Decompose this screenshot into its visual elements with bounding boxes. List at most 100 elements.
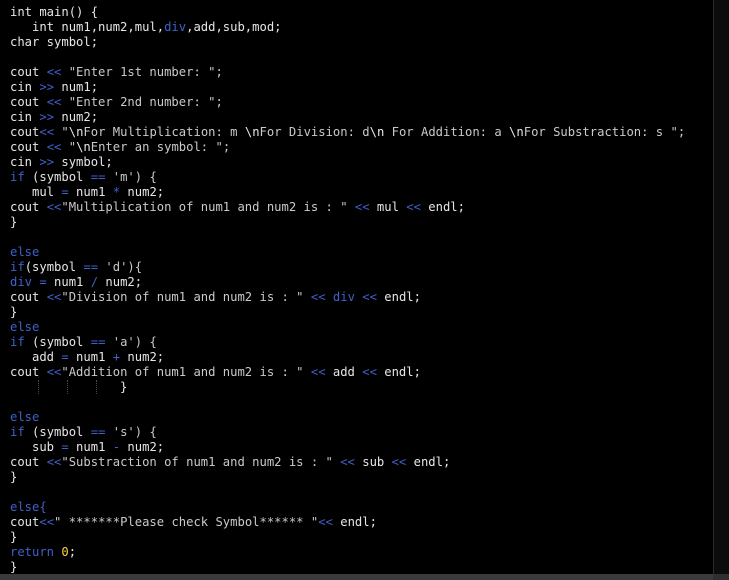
code-token: = bbox=[61, 440, 69, 454]
code-token: = bbox=[39, 275, 47, 289]
code-line[interactable]: cout << "Enter 2nd number: "; bbox=[10, 95, 685, 110]
code-line[interactable] bbox=[10, 395, 685, 410]
code-line[interactable]: int main() { bbox=[10, 5, 685, 20]
code-line[interactable]: add = num1 + num2; bbox=[10, 350, 685, 365]
code-line[interactable]: cout <<"Multiplication of num1 and num2 … bbox=[10, 200, 685, 215]
code-token: if bbox=[10, 425, 25, 439]
code-token: sub bbox=[10, 440, 62, 454]
code-token: << bbox=[406, 200, 421, 214]
code-token: endl; bbox=[420, 200, 465, 214]
code-token: mul bbox=[369, 200, 407, 214]
code-token: For Addition: a bbox=[384, 125, 510, 139]
code-line[interactable]: } bbox=[10, 380, 685, 395]
code-token: 'a') { bbox=[105, 335, 157, 349]
code-line[interactable]: cout <<"Division of num1 and num2 is : "… bbox=[10, 290, 685, 305]
code-line[interactable]: cout <<"Addition of num1 and num2 is : "… bbox=[10, 365, 685, 380]
code-line[interactable]: cout<<" *******Please check Symbol******… bbox=[10, 515, 685, 530]
code-token: cout bbox=[10, 515, 40, 529]
code-line[interactable]: return 0; bbox=[10, 545, 685, 560]
code-token: num1 bbox=[46, 275, 91, 289]
code-token: sub bbox=[354, 455, 392, 469]
code-line[interactable]: cin >> num2; bbox=[10, 110, 685, 125]
code-line[interactable]: else bbox=[10, 320, 685, 335]
code-line[interactable]: cout <<"Substraction of num1 and num2 is… bbox=[10, 455, 685, 470]
code-token: << bbox=[310, 290, 326, 304]
code-block[interactable]: int main() { int num1,num2,mul,div,add,s… bbox=[10, 5, 685, 574]
code-token: \n bbox=[369, 125, 385, 139]
code-line[interactable]: if (symbol == 's') { bbox=[10, 425, 685, 440]
code-token: num2; bbox=[98, 275, 143, 289]
code-token: << bbox=[310, 365, 326, 379]
code-token: << bbox=[46, 455, 62, 469]
code-token: return bbox=[10, 545, 55, 559]
code-token: "Enter 1st number: "; bbox=[61, 65, 223, 79]
code-token: num1 bbox=[68, 350, 113, 364]
code-token: "Multiplication of num1 and num2 is : " bbox=[61, 200, 355, 214]
code-line[interactable]: if(symbol == 'd'){ bbox=[10, 260, 685, 275]
code-line[interactable]: mul = num1 * num2; bbox=[10, 185, 685, 200]
code-line[interactable]: else{ bbox=[10, 500, 685, 515]
code-token: (symbol bbox=[24, 425, 91, 439]
code-line[interactable]: } bbox=[10, 215, 685, 230]
code-token: << bbox=[46, 95, 62, 109]
code-token: << bbox=[318, 515, 333, 529]
code-line[interactable]: cout << "Enter 1st number: "; bbox=[10, 65, 685, 80]
code-line[interactable]: } bbox=[10, 470, 685, 485]
code-line[interactable] bbox=[10, 50, 685, 65]
code-line[interactable]: cout<< "\nFor Multiplication: m \nFor Di… bbox=[10, 125, 685, 140]
indent-guide bbox=[96, 380, 97, 394]
code-token: int num1,num2,mul, bbox=[10, 20, 165, 34]
code-token: "Division of num1 and num2 is : " bbox=[61, 290, 311, 304]
code-token: num2; bbox=[120, 185, 165, 199]
code-token: 'm') { bbox=[105, 170, 157, 184]
code-token: 's') { bbox=[105, 425, 157, 439]
code-token: >> bbox=[39, 155, 55, 169]
code-line[interactable]: sub = num1 - num2; bbox=[10, 440, 685, 455]
code-line[interactable]: } bbox=[10, 530, 685, 545]
code-token: cout bbox=[10, 200, 47, 214]
code-token: * bbox=[112, 185, 121, 199]
code-line[interactable]: cout << "\nEnter an symbol: "; bbox=[10, 140, 685, 155]
code-token: cin bbox=[10, 155, 40, 169]
code-token: << bbox=[362, 290, 377, 304]
code-token: == bbox=[90, 170, 106, 184]
code-token: = bbox=[61, 350, 69, 364]
code-line[interactable]: cin >> symbol; bbox=[10, 155, 685, 170]
code-token: \n bbox=[76, 140, 91, 154]
code-token: num2; bbox=[54, 110, 99, 124]
code-line[interactable]: } bbox=[10, 305, 685, 320]
vertical-scrollbar[interactable] bbox=[713, 0, 729, 574]
code-line[interactable]: else bbox=[10, 410, 685, 425]
code-token: For Division: d bbox=[259, 125, 370, 139]
code-token: \n bbox=[68, 125, 84, 139]
code-line[interactable]: int num1,num2,mul,div,add,sub,mod; bbox=[10, 20, 685, 35]
code-token: Enter an symbol: "; bbox=[90, 140, 231, 154]
code-token: else bbox=[10, 245, 40, 259]
code-line[interactable]: } bbox=[10, 560, 685, 574]
code-token: << bbox=[362, 365, 377, 379]
code-token: cin bbox=[10, 110, 40, 124]
code-token: } bbox=[10, 215, 18, 229]
code-token: endl; bbox=[376, 365, 421, 379]
code-line[interactable] bbox=[10, 485, 685, 500]
code-editor[interactable]: int main() { int num1,num2,mul,div,add,s… bbox=[0, 0, 713, 574]
code-token: endl; bbox=[376, 290, 421, 304]
code-token: = bbox=[61, 185, 69, 199]
code-token: / bbox=[90, 275, 99, 289]
horizontal-scrollbar-thumb[interactable] bbox=[0, 574, 713, 580]
code-line[interactable]: cin >> num1; bbox=[10, 80, 685, 95]
code-line[interactable]: char symbol; bbox=[10, 35, 685, 50]
code-token: num1 bbox=[68, 440, 113, 454]
code-token: char symbol; bbox=[10, 35, 99, 49]
code-token: << bbox=[340, 455, 355, 469]
code-token: } bbox=[10, 470, 18, 484]
code-token: << bbox=[46, 200, 62, 214]
code-token: cout bbox=[10, 455, 47, 469]
code-line[interactable]: if (symbol == 'a') { bbox=[10, 335, 685, 350]
code-line[interactable]: else bbox=[10, 245, 685, 260]
code-token: cout bbox=[10, 125, 40, 139]
code-line[interactable]: div = num1 / num2; bbox=[10, 275, 685, 290]
code-token: cout bbox=[10, 140, 47, 154]
code-line[interactable]: if (symbol == 'm') { bbox=[10, 170, 685, 185]
code-line[interactable] bbox=[10, 230, 685, 245]
